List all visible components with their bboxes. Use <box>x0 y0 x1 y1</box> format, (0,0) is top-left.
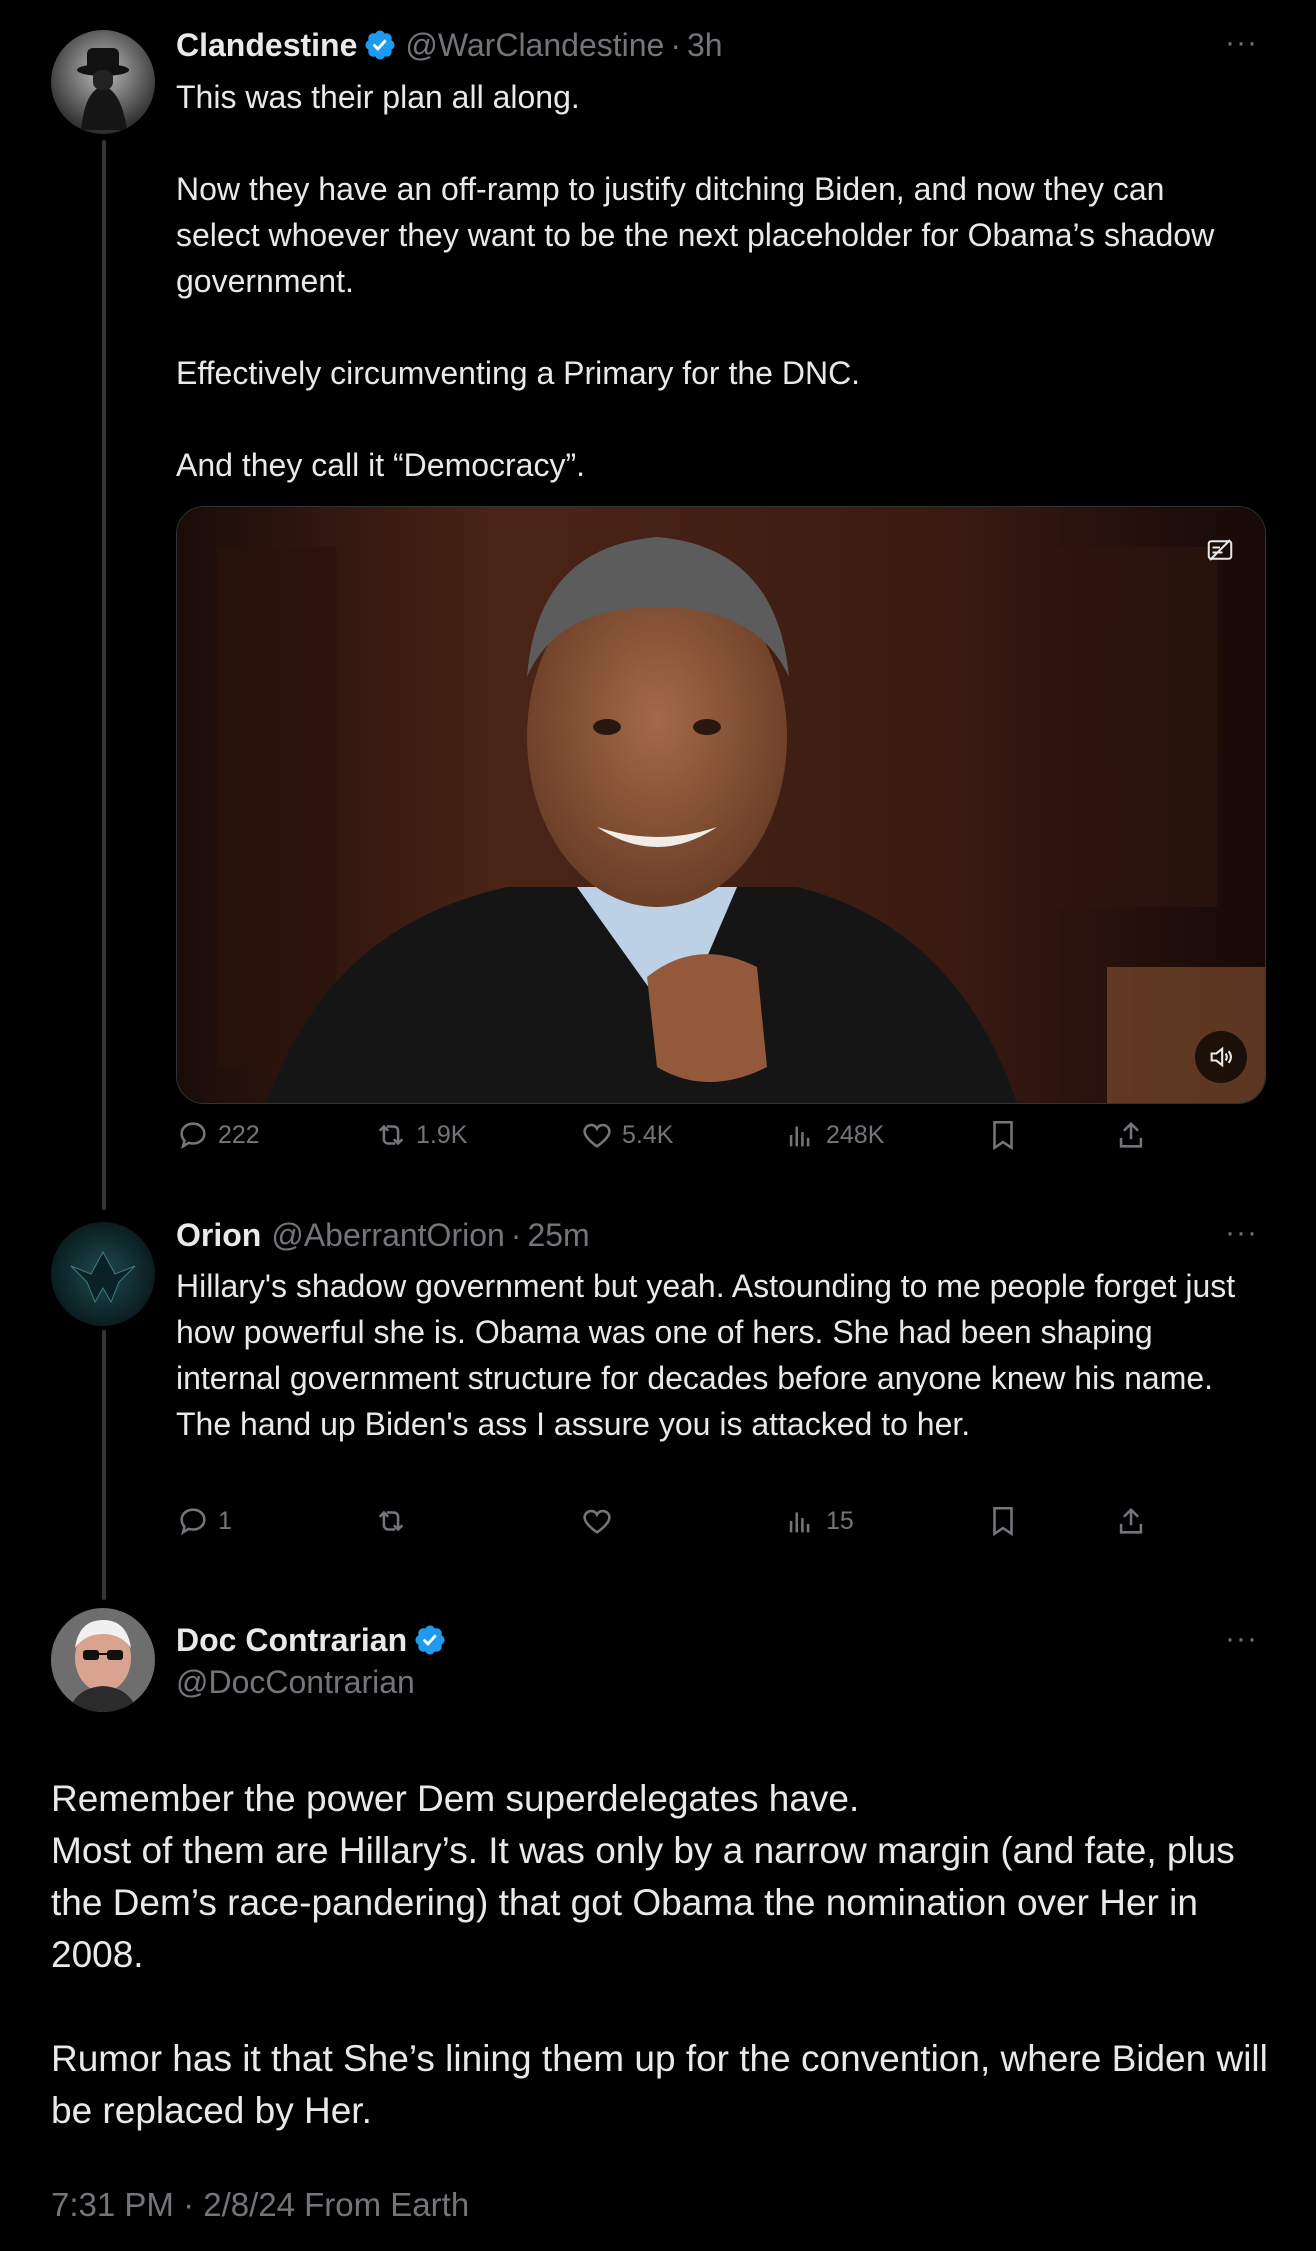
reply-count: 1 <box>218 1506 232 1535</box>
repost-button[interactable] <box>374 1504 416 1538</box>
separator: · <box>510 1216 522 1253</box>
thread-line <box>102 140 106 1210</box>
views-count: 248K <box>826 1120 885 1149</box>
views-button[interactable]: 248K <box>784 1118 884 1152</box>
tweet-actions: 222 1.9K 5.4K 248K <box>176 1118 1176 1168</box>
more-options-icon[interactable]: ··· <box>1225 1216 1258 1250</box>
tweet-paragraph <box>51 1981 1271 2033</box>
repost-button[interactable]: 1.9K <box>374 1118 467 1152</box>
views-icon <box>789 1512 810 1533</box>
tweet-text: Hillary's shadow government but yeah. As… <box>176 1263 1236 1447</box>
like-button[interactable]: 5.4K <box>580 1118 673 1152</box>
tweet-paragraph: This was their plan all along. <box>176 79 580 115</box>
tweet-paragraph: Most of them are Hillary’s. It was only … <box>51 1830 1235 1975</box>
repost-icon <box>378 1124 404 1146</box>
handle-row: @DocContrarian <box>176 1659 415 1705</box>
display-name[interactable]: Clandestine <box>176 27 357 64</box>
tweet-paragraph: Effectively circumventing a Primary for … <box>176 355 861 391</box>
repost-icon <box>378 1510 404 1532</box>
tweet-paragraph: Hillary's shadow government but yeah. As… <box>176 1268 1236 1396</box>
alt-text-icon[interactable] <box>1205 535 1235 565</box>
thread-line <box>102 1330 106 1600</box>
share-icon[interactable] <box>1114 1504 1156 1538</box>
tweet-paragraph: The hand up Biden's ass I assure you is … <box>176 1406 971 1442</box>
video-player[interactable] <box>176 506 1266 1104</box>
views-icon <box>789 1126 810 1147</box>
tweet-header: Clandestine @WarClandestine · 3h <box>176 22 723 68</box>
tweet-actions: 1 15 <box>176 1504 1176 1554</box>
more-options-icon[interactable]: ··· <box>1225 1622 1258 1656</box>
tweet-text: This was their plan all along. Now they … <box>176 74 1256 488</box>
views-button[interactable]: 15 <box>784 1504 854 1538</box>
verified-badge-icon <box>363 28 397 62</box>
display-name[interactable]: Doc Contrarian <box>176 1622 407 1659</box>
timestamp[interactable]: 3h <box>687 27 723 64</box>
separator: · <box>670 26 681 63</box>
bookmark-icon[interactable] <box>986 1504 1028 1538</box>
handle[interactable]: @DocContrarian <box>176 1664 415 1701</box>
tweet-text: Remember the power Dem superdelegates ha… <box>51 1773 1271 2137</box>
tweet-paragraph <box>176 120 1256 166</box>
bookmark-icon[interactable] <box>986 1118 1028 1152</box>
tweet-paragraph <box>176 304 1256 350</box>
reply-button[interactable]: 1 <box>176 1504 232 1538</box>
tweet-paragraph: Now they have an off-ramp to justify dit… <box>176 171 1215 299</box>
display-name[interactable]: Orion <box>176 1217 261 1254</box>
handle[interactable]: @WarClandestine <box>405 27 664 64</box>
timestamp[interactable]: 25m <box>527 1217 589 1254</box>
tweet-paragraph: And they call it “Democracy”. <box>176 447 586 483</box>
avatar[interactable] <box>51 1222 155 1326</box>
like-button[interactable] <box>580 1504 622 1538</box>
mute-icon[interactable] <box>1195 1031 1247 1083</box>
avatar[interactable] <box>51 30 155 134</box>
verified-badge-icon <box>413 1623 447 1657</box>
tweet-header: Orion @AberrantOrion · 25m <box>176 1212 590 1258</box>
reply-icon <box>180 1122 206 1150</box>
avatar[interactable] <box>51 1608 155 1712</box>
share-icon[interactable] <box>1114 1118 1156 1152</box>
like-icon <box>583 1123 611 1148</box>
reply-button[interactable]: 222 <box>176 1118 260 1152</box>
tweet-header: Doc Contrarian <box>176 1617 455 1663</box>
reply-count: 222 <box>218 1120 260 1149</box>
views-count: 15 <box>826 1506 854 1535</box>
reply-icon <box>180 1508 206 1536</box>
handle[interactable]: @AberrantOrion <box>271 1217 504 1254</box>
tweet-paragraph: Remember the power Dem superdelegates ha… <box>51 1778 860 1819</box>
more-options-icon[interactable]: ··· <box>1225 26 1258 60</box>
tweet-paragraph: Rumor has it that She’s lining them up f… <box>51 2038 1268 2131</box>
like-icon <box>583 1509 611 1534</box>
like-count: 5.4K <box>622 1120 674 1149</box>
tweet-timestamp[interactable]: 7:31 PM · 2/8/24 From Earth <box>51 2186 469 2224</box>
repost-count: 1.9K <box>416 1120 468 1149</box>
tweet-paragraph <box>176 396 1256 442</box>
